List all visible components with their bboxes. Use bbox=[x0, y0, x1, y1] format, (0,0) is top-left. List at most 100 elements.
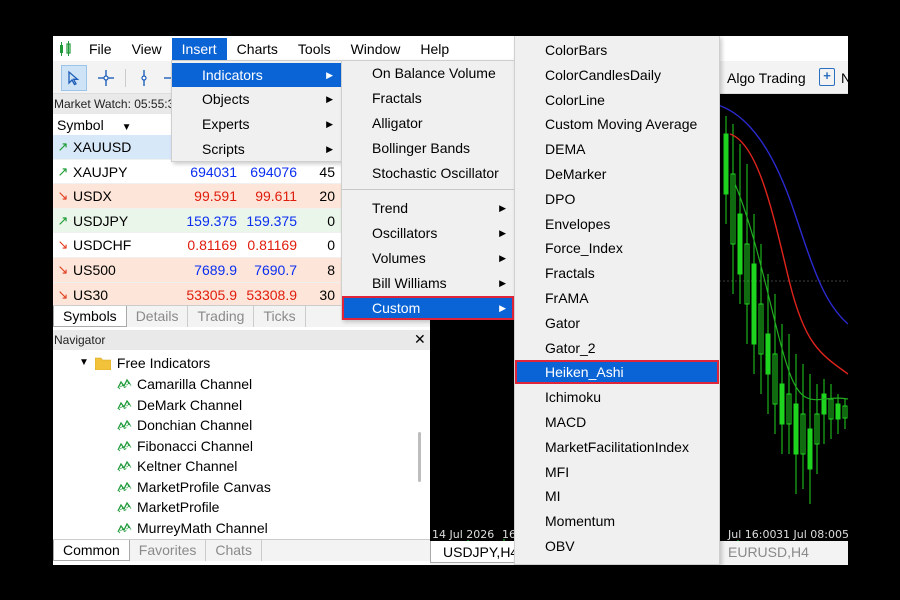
tab-symbols[interactable]: Symbols bbox=[53, 306, 127, 327]
tree-item-indicator[interactable]: MarketProfile Canvas bbox=[117, 477, 271, 497]
chart-date-label: 14 Jul 2026 bbox=[432, 528, 495, 541]
menu-item-custom-indicator[interactable]: Gator bbox=[515, 311, 719, 335]
tab-details[interactable]: Details bbox=[127, 306, 189, 327]
submenu-arrow-icon: ▶ bbox=[499, 303, 506, 313]
menu-item-custom-indicator[interactable]: Momentum bbox=[515, 509, 719, 533]
menu-item-custom-indicator[interactable]: DeMarker bbox=[515, 162, 719, 186]
navigator-scrollbar[interactable] bbox=[418, 432, 421, 482]
menu-item-custom-indicator[interactable]: MACD bbox=[515, 410, 719, 434]
menu-item-custom-indicator[interactable]: OBV bbox=[515, 534, 719, 558]
menu-item-custom-indicator[interactable]: Force_Index bbox=[515, 236, 719, 260]
vertical-line-icon bbox=[141, 70, 147, 86]
chart-date-label: Jul 16:00 bbox=[728, 528, 777, 541]
menu-view[interactable]: View bbox=[122, 38, 172, 60]
menu-window[interactable]: Window bbox=[341, 38, 411, 60]
sort-chevron-down-icon[interactable]: ▼ bbox=[122, 122, 132, 133]
market-watch-row[interactable]: ↗ USDJPY 159.375 159.375 0 bbox=[53, 208, 343, 234]
menu-item-group[interactable]: Trend ▶ bbox=[342, 196, 514, 220]
menu-item-custom-indicator[interactable]: MarketFacilitationIndex bbox=[515, 435, 719, 459]
tree-item-label: Keltner Channel bbox=[137, 458, 238, 474]
tree-item-indicator[interactable]: Fibonacci Channel bbox=[117, 436, 253, 456]
menu-item-indicators[interactable]: Indicators ▶ bbox=[172, 63, 341, 87]
menu-item-label: OBV bbox=[545, 538, 575, 554]
indicator-icon bbox=[117, 440, 133, 451]
crosshair-tool-button[interactable] bbox=[93, 65, 119, 91]
menu-item-group[interactable]: Bill Williams ▶ bbox=[342, 271, 514, 295]
menu-bar: File View Insert Charts Tools Window Hel… bbox=[53, 36, 848, 61]
tree-folder-free-indicators[interactable]: ▼ Free Indicators bbox=[79, 353, 210, 373]
tree-item-indicator[interactable]: Donchian Channel bbox=[117, 415, 252, 435]
menu-item-label: DEMA bbox=[545, 141, 586, 158]
column-symbol-header[interactable]: Symbol bbox=[57, 117, 104, 133]
trend-down-arrow-icon: ↘ bbox=[57, 237, 69, 253]
market-watch-row[interactable]: ↘ US30 53305.9 53308.9 30 bbox=[53, 282, 343, 308]
bid-price: 159.375 bbox=[186, 212, 237, 229]
menu-item-label: Scripts bbox=[202, 141, 245, 157]
algo-trading-button[interactable]: Algo Trading bbox=[721, 65, 812, 91]
menu-item-label: Oscillators bbox=[372, 225, 438, 241]
menu-item-custom-indicator[interactable]: Heiken_Ashi bbox=[515, 360, 719, 385]
tab-trading[interactable]: Trading bbox=[188, 306, 255, 327]
menu-item-label: Ichimoku bbox=[545, 389, 602, 406]
menu-item-custom-indicator[interactable]: Gator_2 bbox=[515, 336, 719, 360]
tab-common[interactable]: Common bbox=[53, 540, 130, 561]
menu-item-custom-indicator[interactable]: MFI bbox=[515, 460, 719, 484]
tab-ticks[interactable]: Ticks bbox=[254, 306, 306, 327]
menu-help[interactable]: Help bbox=[410, 38, 459, 60]
cursor-tool-button[interactable] bbox=[61, 65, 87, 91]
menu-item-label: ColorLine bbox=[545, 91, 605, 108]
navigator-close-icon[interactable]: ✕ bbox=[414, 331, 426, 348]
menu-charts[interactable]: Charts bbox=[227, 38, 288, 60]
menu-item-experts[interactable]: Experts ▶ bbox=[172, 112, 341, 136]
tab-chart-eurusd[interactable]: EURUSD,H4 bbox=[716, 541, 821, 563]
menu-item-custom-indicator[interactable]: FrAMA bbox=[515, 286, 719, 310]
tree-item-indicator[interactable]: MarketProfile bbox=[117, 497, 219, 517]
menu-item-custom-indicator[interactable]: Envelopes bbox=[515, 212, 719, 236]
tree-item-indicator[interactable]: MurreyMath Channel bbox=[117, 518, 268, 538]
new-order-plus-icon[interactable]: + bbox=[819, 68, 835, 86]
menu-item-group[interactable]: Custom ▶ bbox=[342, 296, 514, 320]
market-watch-row[interactable]: ↗ XAUJPY 694031 694076 45 bbox=[53, 159, 343, 185]
submenu-arrow-icon: ▶ bbox=[326, 144, 333, 154]
menu-item-custom-indicator[interactable]: Custom Moving Average bbox=[515, 112, 719, 136]
menu-item-custom-indicator[interactable]: ColorLine bbox=[515, 88, 719, 112]
tree-item-label: MurreyMath Channel bbox=[137, 519, 268, 536]
symbol-name: USDX bbox=[73, 188, 112, 205]
menu-item-indicator[interactable]: Alligator bbox=[342, 111, 514, 135]
tree-item-indicator[interactable]: Keltner Channel bbox=[117, 456, 237, 476]
tab-chats[interactable]: Chats bbox=[206, 540, 262, 561]
menu-insert[interactable]: Insert bbox=[171, 37, 227, 60]
market-watch-row[interactable]: ↘ USDX 99.591 99.611 20 bbox=[53, 184, 343, 209]
menu-item-label: Custom bbox=[372, 300, 421, 316]
menu-item-label: Custom Moving Average bbox=[545, 116, 698, 133]
menu-item-custom-indicator[interactable]: DEMA bbox=[515, 137, 719, 161]
menu-item-indicator[interactable]: Stochastic Oscillator bbox=[342, 161, 514, 185]
menu-file[interactable]: File bbox=[79, 38, 122, 60]
menu-item-custom-indicator[interactable]: Ichimoku bbox=[515, 385, 719, 409]
menu-item-label: DPO bbox=[545, 190, 576, 207]
tab-favorites[interactable]: Favorites bbox=[130, 540, 207, 561]
menu-item-custom-indicator[interactable]: MI bbox=[515, 484, 719, 508]
market-watch-row[interactable]: ↘ US500 7689.9 7690.7 8 bbox=[53, 257, 343, 283]
tree-item-indicator[interactable]: DeMark Channel bbox=[117, 395, 242, 415]
menu-item-scripts[interactable]: Scripts ▶ bbox=[172, 137, 341, 161]
menu-item-custom-indicator[interactable]: Fractals bbox=[515, 261, 719, 285]
navigator-tree: ▼ Free Indicators Camarilla Channel DeMar… bbox=[53, 350, 430, 539]
indicator-icon bbox=[117, 501, 133, 513]
menu-item-custom-indicator[interactable]: ColorBars bbox=[515, 38, 719, 62]
menu-item-indicator[interactable]: Bollinger Bands bbox=[342, 136, 514, 160]
menu-item-indicator[interactable]: On Balance Volume bbox=[342, 61, 514, 85]
menu-item-label: Stochastic Oscillator bbox=[372, 165, 499, 181]
menu-item-custom-indicator[interactable]: DPO bbox=[515, 187, 719, 211]
menu-tools[interactable]: Tools bbox=[288, 38, 341, 60]
menu-item-group[interactable]: Volumes ▶ bbox=[342, 246, 514, 270]
menu-item-custom-indicator[interactable]: ColorCandlesDaily bbox=[515, 63, 719, 87]
expand-chevron-icon[interactable]: ▼ bbox=[79, 353, 89, 373]
market-watch-row[interactable]: ↘ USDCHF 0.81169 0.81169 0 bbox=[53, 233, 343, 258]
vertical-line-tool-button[interactable] bbox=[131, 65, 157, 91]
menu-item-objects[interactable]: Objects ▶ bbox=[172, 87, 341, 111]
tree-item-indicator[interactable]: Camarilla Channel bbox=[117, 374, 252, 394]
menu-item-indicator[interactable]: Fractals bbox=[342, 86, 514, 110]
menu-item-label: Indicators bbox=[202, 67, 263, 83]
menu-item-group[interactable]: Oscillators ▶ bbox=[342, 221, 514, 245]
